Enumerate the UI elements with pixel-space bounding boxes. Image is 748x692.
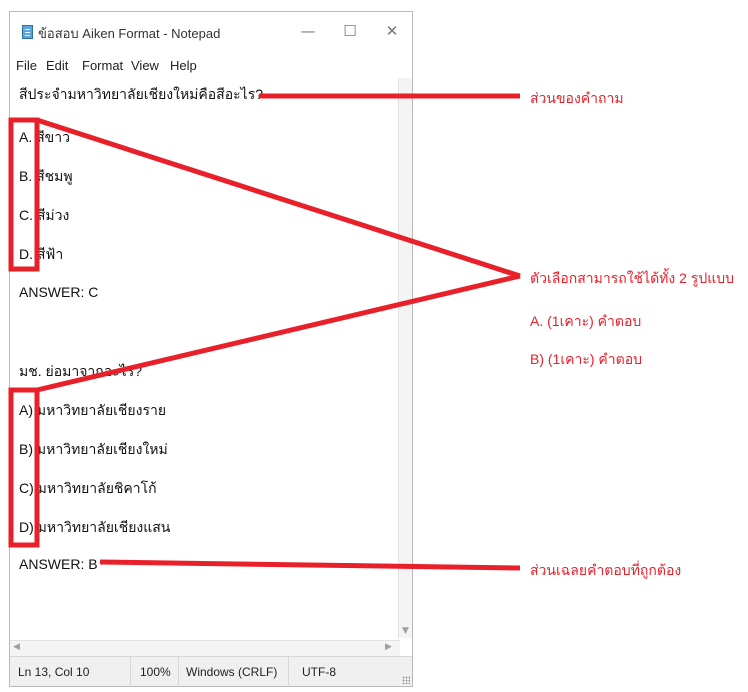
choice-line: A. สีขาว (19, 129, 70, 145)
answer-line: ANSWER: C (19, 284, 99, 300)
cursor-position: Ln 13, Col 10 (18, 665, 90, 679)
note-question: ส่วนของคำถาม (530, 90, 624, 106)
status-divider (178, 657, 179, 687)
choice-line: B. สีชมพู (19, 168, 73, 184)
answer-line: ANSWER: B (19, 556, 98, 572)
question-line: สีประจำมหาวิทยาลัยเชียงใหม่คือสีอะไร? (19, 86, 264, 102)
scroll-down-icon[interactable]: ▼ (402, 626, 409, 636)
resize-grip[interactable] (402, 676, 410, 684)
encoding: UTF-8 (302, 665, 336, 679)
title-bar[interactable]: ข้อสอบ Aiken Format - Notepad — ☐ ✕ (10, 12, 412, 50)
note-format-dot: A. (1เคาะ) คำตอบ (530, 313, 642, 329)
scroll-right-icon[interactable]: ▶ (385, 642, 392, 652)
close-button[interactable]: ✕ (377, 20, 407, 42)
question-line: มช. ย่อมาจากอะไร? (19, 363, 143, 379)
notepad-icon (22, 25, 33, 39)
note-format-paren: B) (1เคาะ) คำตอบ (530, 351, 643, 367)
horizontal-scrollbar[interactable]: ◀ ▶ (10, 640, 400, 656)
text-editor[interactable]: สีประจำมหาวิทยาลัยเชียงใหม่คือสีอะไร? A.… (10, 78, 398, 636)
line-ending: Windows (CRLF) (186, 665, 278, 679)
status-bar: Ln 13, Col 10 100% Windows (CRLF) UTF-8 (10, 656, 412, 687)
maximize-button[interactable]: ☐ (335, 20, 365, 42)
choice-line: C) มหาวิทยาลัยชิคาโก้ (19, 480, 157, 496)
menu-file[interactable]: File (16, 58, 37, 73)
menu-view[interactable]: View (131, 58, 159, 73)
status-divider (130, 657, 131, 687)
choice-line: A) มหาวิทยาลัยเชียงราย (19, 402, 167, 418)
choice-line: D. สีฟ้า (19, 246, 64, 262)
choice-line: B) มหาวิทยาลัยเชียงใหม่ (19, 441, 168, 457)
minimize-button[interactable]: — (293, 20, 323, 42)
menu-edit[interactable]: Edit (46, 58, 68, 73)
zoom-level: 100% (140, 665, 171, 679)
note-answer: ส่วนเฉลยคำตอบที่ถูกต้อง (530, 562, 682, 578)
menu-bar: File Edit Format View Help (10, 55, 412, 77)
vertical-scrollbar[interactable]: ▼ (398, 78, 412, 638)
note-choice-formats: ตัวเลือกสามารถใช้ได้ทั้ง 2 รูปแบบ (530, 270, 734, 286)
menu-help[interactable]: Help (170, 58, 197, 73)
notepad-window: ข้อสอบ Aiken Format - Notepad — ☐ ✕ File… (9, 11, 413, 687)
menu-format[interactable]: Format (82, 58, 123, 73)
window-title: ข้อสอบ Aiken Format - Notepad (38, 26, 221, 41)
status-divider (288, 657, 289, 687)
scroll-left-icon[interactable]: ◀ (13, 642, 20, 652)
choice-line: C. สีม่วง (19, 207, 70, 223)
choice-line: D) มหาวิทยาลัยเชียงแสน (19, 519, 171, 535)
